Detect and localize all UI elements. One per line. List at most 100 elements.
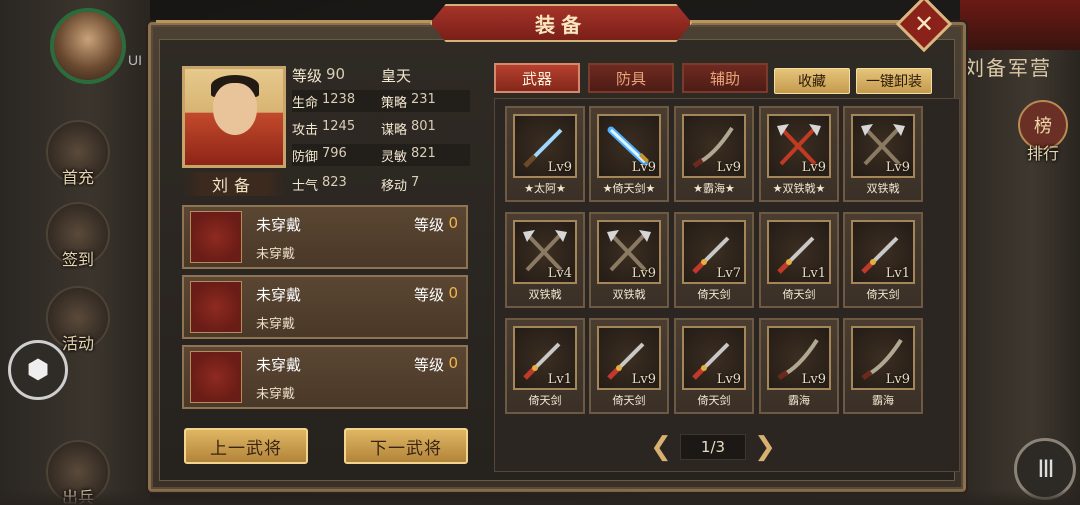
weapon-item[interactable]: Lv9 ★太阿★ (505, 106, 585, 202)
weapon-level: Lv9 (716, 372, 741, 387)
weapon-item[interactable]: Lv9 ★霸海★ (674, 106, 754, 202)
weapon-icon: Lv9 (597, 220, 661, 284)
weapon-icon: Lv4 (513, 220, 577, 284)
stat-key: 士气 (292, 178, 319, 194)
weapon-name: 双铁戟 (866, 182, 900, 195)
tab-accessory[interactable]: 辅助 (682, 63, 768, 93)
close-icon[interactable]: ✕ (904, 4, 944, 44)
unequip-all-button[interactable]: 一键卸装 (856, 68, 932, 94)
player-tag: UI (128, 52, 142, 68)
title-bar: 装备 (430, 4, 692, 42)
weapon-level: Lv9 (801, 160, 826, 175)
weapon-item[interactable]: Lv9 霸海 (843, 318, 923, 414)
weapon-level: Lv9 (631, 266, 656, 281)
player-avatar[interactable] (50, 8, 126, 84)
cube-icon[interactable]: ⬢ (8, 340, 68, 400)
stat-cell: 灵敏 821 (381, 146, 470, 165)
weapon-icon: Lv9 (597, 326, 661, 390)
stat-value: 821 (411, 145, 436, 161)
bottom-strip (0, 489, 1080, 505)
stat-value: 7 (411, 174, 420, 190)
prev-page-arrow-icon[interactable]: ❮ (648, 432, 674, 462)
slot-title: 未穿戴 (256, 216, 302, 234)
weapon-name: ★双铁戟★ (772, 182, 826, 195)
rank-label: 排行 (1026, 144, 1059, 163)
next-hero-button[interactable]: 下一武将 (344, 428, 468, 464)
rank-button[interactable]: 榜 排行 (1014, 100, 1072, 170)
weapon-item[interactable]: Lv9 双铁戟 (843, 106, 923, 202)
stat-cell: 攻击 1245 (292, 119, 381, 138)
weapon-level: Lv9 (801, 372, 826, 387)
collect-button[interactable]: 收藏 (774, 68, 850, 94)
camp-title: 刘备军营 (964, 56, 1052, 80)
stat-key: 生命 (292, 95, 319, 111)
weapon-icon: Lv7 (682, 220, 746, 284)
weapon-item[interactable]: Lv9 双铁戟 (589, 212, 669, 308)
rank-symbol: 榜 (1034, 116, 1052, 137)
stat-cell: 皇天 (381, 65, 470, 86)
weapon-level: Lv7 (716, 266, 741, 281)
stat-cell: 防御 796 (292, 146, 381, 165)
weapon-name: 倚天剑 (782, 288, 816, 301)
tab-weapon[interactable]: 武器 (494, 63, 580, 93)
weapon-icon: Lv9 (682, 114, 746, 178)
weapon-name: ★霸海★ (693, 182, 735, 195)
stat-key: 策略 (381, 95, 408, 111)
side-button-label: 首充 (61, 168, 94, 187)
cube-symbol: ⬢ (26, 355, 50, 385)
weapon-icon: Lv9 (851, 326, 915, 390)
weapon-name: 霸海 (788, 394, 810, 407)
slot-subtitle: 未穿戴 (256, 317, 296, 332)
equip-slot[interactable]: 未穿戴 等级 0 未穿戴 (182, 275, 468, 339)
slot-title: 未穿戴 (256, 356, 302, 374)
stat-value: 823 (322, 174, 347, 190)
stat-row: 生命 1238 策略 231 (292, 90, 470, 112)
stat-value: 1238 (322, 91, 356, 107)
prev-hero-button[interactable]: 上一武将 (184, 428, 308, 464)
weapon-level: Lv1 (801, 266, 826, 281)
tab-armor[interactable]: 防具 (588, 63, 674, 93)
slot-level-value: 0 (448, 284, 458, 302)
weapon-level: Lv9 (547, 160, 572, 175)
weapon-name: 倚天剑 (612, 394, 646, 407)
stat-value: 801 (411, 118, 436, 134)
weapon-item[interactable]: Lv7 倚天剑 (674, 212, 754, 308)
title-ornament-right (688, 20, 912, 23)
weapon-icon: Lv9 (767, 326, 831, 390)
weapon-item[interactable]: Lv1 倚天剑 (759, 212, 839, 308)
stat-cell: 士气 823 (292, 175, 381, 194)
background-red-banner (960, 0, 1080, 50)
empty-slot-icon (190, 351, 242, 403)
hero-face (213, 83, 257, 135)
weapon-icon: Lv9 (682, 326, 746, 390)
hero-name: 刘备 (211, 176, 256, 195)
hero-portrait (182, 66, 286, 168)
weapon-level: Lv1 (547, 372, 572, 387)
empty-slot-icon (190, 211, 242, 263)
weapon-level: Lv1 (885, 266, 910, 281)
side-button-label: 签到 (61, 250, 94, 269)
weapon-icon: Lv9 (851, 114, 915, 178)
weapon-level: Lv9 (716, 160, 741, 175)
weapon-icon: Lv9 (513, 114, 577, 178)
weapon-name: 霸海 (872, 394, 894, 407)
next-page-arrow-icon[interactable]: ❯ (752, 432, 778, 462)
weapon-level: Lv4 (547, 266, 572, 281)
weapon-item[interactable]: Lv9 ★双铁戟★ (759, 106, 839, 202)
weapon-item[interactable]: Lv1 倚天剑 (843, 212, 923, 308)
weapon-item[interactable]: Lv9 倚天剑 (589, 318, 669, 414)
weapon-item[interactable]: Lv9 倚天剑 (674, 318, 754, 414)
stat-cell: 生命 1238 (292, 92, 381, 111)
equip-slot[interactable]: 未穿戴 等级 0 未穿戴 (182, 205, 468, 269)
stat-key: 攻击 (292, 122, 319, 138)
weapon-item[interactable]: Lv1 倚天剑 (505, 318, 585, 414)
weapon-item[interactable]: Lv9 霸海 (759, 318, 839, 414)
page-title: 装备 (535, 12, 587, 37)
hero-name-plate: 刘备 (182, 172, 286, 196)
weapon-level: Lv9 (631, 372, 656, 387)
equip-slot[interactable]: 未穿戴 等级 0 未穿戴 (182, 345, 468, 409)
weapon-item[interactable]: Lv4 双铁戟 (505, 212, 585, 308)
weapon-item[interactable]: Lv9 ★倚天剑★ (589, 106, 669, 202)
page-indicator: 1/3 (680, 434, 746, 460)
stat-row: 士气 823 移动 7 (292, 173, 470, 195)
